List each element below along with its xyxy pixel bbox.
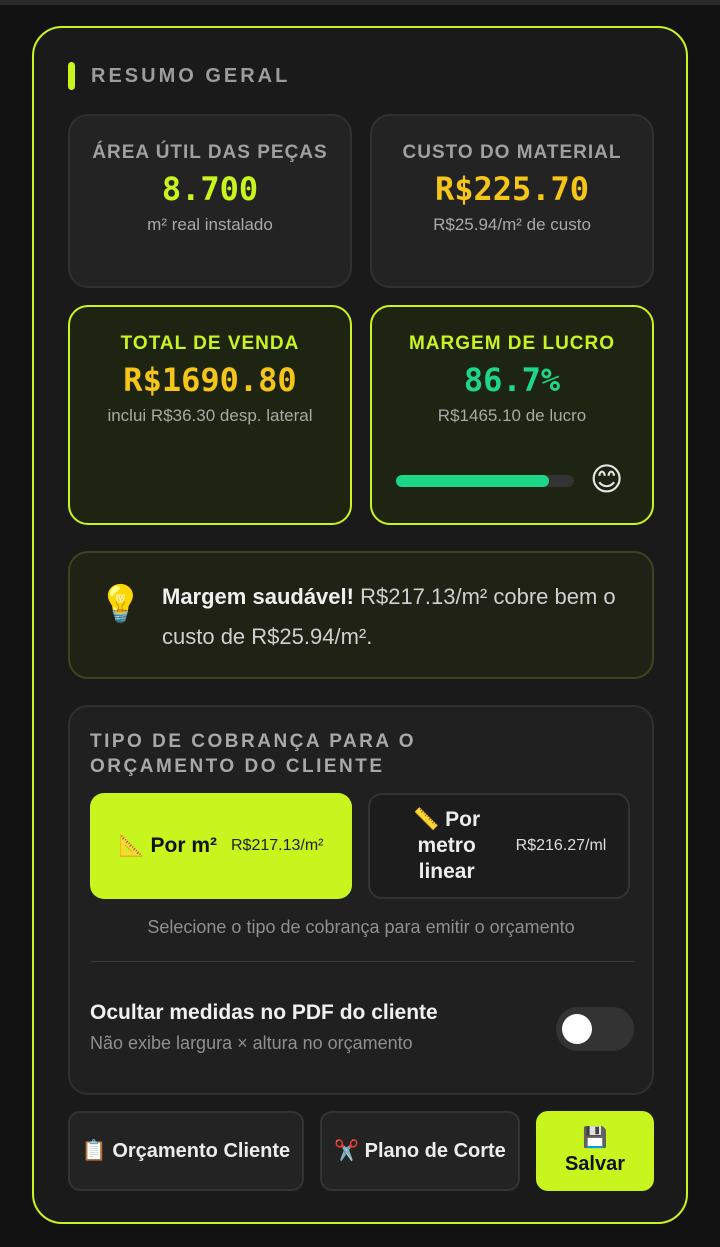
cost-label: CUSTO DO MATERIAL bbox=[402, 142, 622, 163]
cut-plan-button[interactable]: ✂️ Plano de Corte bbox=[320, 1111, 520, 1191]
option-label: 📏 Por metro linear bbox=[413, 808, 481, 883]
floppy-disk-icon: 💾 bbox=[582, 1127, 608, 1149]
total-label: TOTAL DE VENDA bbox=[120, 333, 300, 354]
clipboard-icon: 📋 bbox=[81, 1140, 107, 1162]
billing-hint: Selecione o tipo de cobrança para emitir… bbox=[147, 917, 575, 937]
summary-panel: RESUMO GERAL ÁREA ÚTIL DAS PEÇAS 8.700 m… bbox=[32, 26, 688, 1224]
billing-option-per-m2[interactable]: 📐 Por m² R$217.13/m² bbox=[90, 793, 352, 899]
area-card: ÁREA ÚTIL DAS PEÇAS 8.700 m² real instal… bbox=[68, 114, 352, 288]
area-sub: m² real instalado bbox=[147, 215, 273, 234]
hide-measures-toggle[interactable] bbox=[556, 1007, 634, 1051]
area-label: ÁREA ÚTIL DAS PEÇAS bbox=[92, 142, 328, 163]
cost-card: CUSTO DO MATERIAL R$225.70 R$25.94/m² de… bbox=[370, 114, 654, 288]
save-button[interactable]: 💾 Salvar bbox=[536, 1111, 654, 1191]
margin-value: 86.7% bbox=[463, 361, 561, 399]
cost-value: R$225.70 bbox=[434, 170, 590, 208]
ruler-icon: 📏 bbox=[413, 808, 440, 831]
area-value: 8.700 bbox=[161, 170, 259, 208]
top-divider bbox=[0, 0, 720, 5]
section-title: RESUMO GERAL bbox=[91, 64, 291, 87]
option-price: R$217.13/m² bbox=[231, 837, 324, 854]
client-quote-button[interactable]: 📋 Orçamento Cliente bbox=[68, 1111, 304, 1191]
total-value: R$1690.80 bbox=[123, 361, 297, 399]
margin-card: MARGEM DE LUCRO 86.7% R$1465.10 de lucro… bbox=[370, 305, 654, 525]
margin-sub: R$1465.10 de lucro bbox=[437, 406, 587, 425]
smile-icon: 😊 bbox=[590, 461, 624, 497]
tip-text: Margem saudável! R$217.13/m² cobre bem o… bbox=[162, 577, 642, 657]
triangle-ruler-icon: 📐 bbox=[118, 834, 145, 857]
accent-bar bbox=[68, 62, 75, 90]
lightbulb-icon: 💡 bbox=[98, 583, 143, 624]
billing-type-section: TIPO DE COBRANÇA PARA O ORÇAMENTO DO CLI… bbox=[68, 705, 654, 1095]
cost-sub: R$25.94/m² de custo bbox=[433, 215, 591, 234]
margin-label: MARGEM DE LUCRO bbox=[408, 333, 616, 354]
divider bbox=[90, 961, 634, 962]
total-card: TOTAL DE VENDA R$1690.80 inclui R$36.30 … bbox=[68, 305, 352, 525]
option-price: R$216.27/ml bbox=[515, 837, 607, 854]
scissors-icon: ✂️ bbox=[334, 1140, 360, 1162]
tip-bold: Margem saudável! bbox=[162, 584, 354, 609]
billing-option-per-linear-meter[interactable]: 📏 Por metro linear R$216.27/ml bbox=[368, 793, 630, 899]
margin-progress-bar bbox=[396, 475, 574, 487]
margin-tip: 💡 Margem saudável! R$217.13/m² cobre bem… bbox=[68, 551, 654, 679]
hide-measures-label: Ocultar medidas no PDF do cliente bbox=[90, 1001, 438, 1024]
section-header: RESUMO GERAL bbox=[68, 62, 290, 90]
option-label: 📐 Por m² bbox=[118, 834, 217, 857]
margin-progress-fill bbox=[396, 475, 550, 487]
toggle-knob bbox=[562, 1014, 592, 1044]
billing-title: TIPO DE COBRANÇA PARA O ORÇAMENTO DO CLI… bbox=[90, 731, 416, 777]
total-sub: inclui R$36.30 desp. lateral bbox=[107, 406, 313, 425]
hide-measures-sub: Não exibe largura × altura no orçamento bbox=[90, 1033, 413, 1053]
